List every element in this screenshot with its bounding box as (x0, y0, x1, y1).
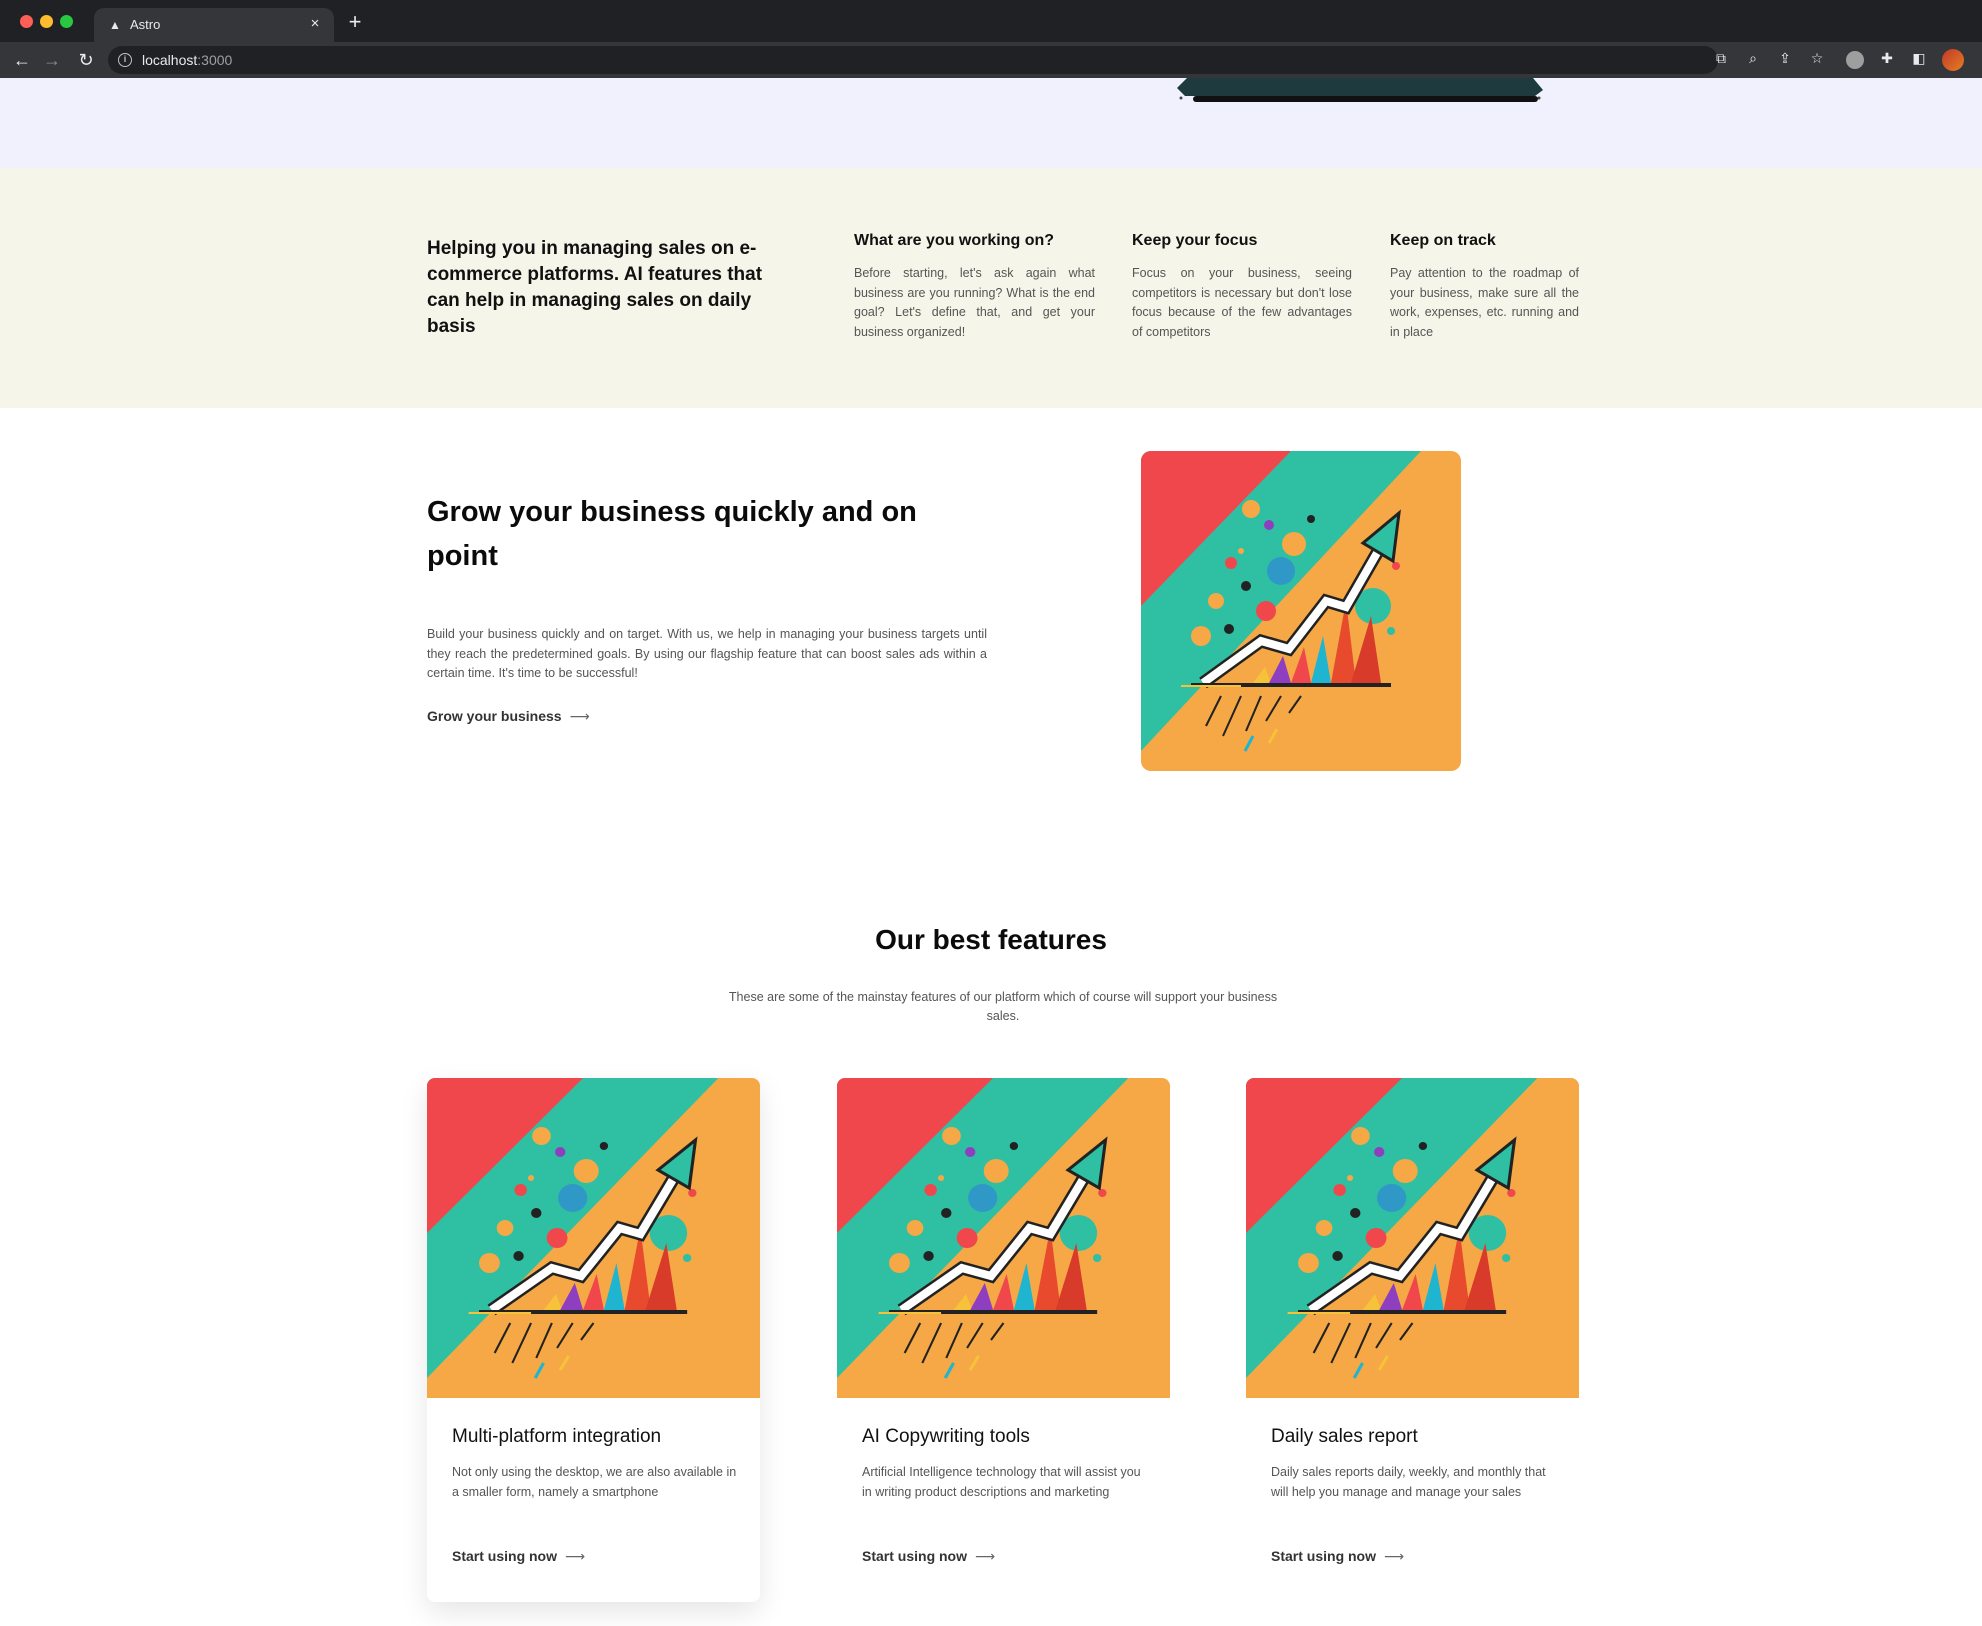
maximize-window-button[interactable] (60, 15, 73, 28)
feature-card-image (427, 1078, 760, 1398)
browser-toolbar: ← → ↻ i localhost:3000 ⧉ (0, 42, 1982, 78)
arrow-right-icon: ⟶ (569, 708, 590, 724)
info-icon[interactable]: i (118, 53, 132, 67)
address-bar[interactable]: i localhost:3000 ⧉ (108, 46, 1718, 74)
features-subtitle: These are some of the mainstay features … (728, 990, 1278, 1023)
feature-card-image (837, 1078, 1170, 1398)
arrow-right-icon: ⟶ (565, 1548, 586, 1564)
hero-section (0, 78, 1982, 168)
feature-card[interactable]: Multi-platform integration Not only usin… (427, 1078, 760, 1602)
grow-title: Grow your business quickly and on point (427, 496, 917, 572)
growth-illustration (1141, 451, 1461, 771)
minimize-window-button[interactable] (40, 15, 53, 28)
url-host: localhost (142, 52, 198, 68)
feature-card[interactable]: Daily sales report Daily sales reports d… (1246, 1078, 1579, 1602)
grow-section: Grow your business quickly and on point … (0, 408, 1982, 868)
info-lead-text: Helping you in managing sales on e-comme… (427, 238, 763, 337)
close-window-button[interactable] (20, 15, 33, 28)
plus-icon[interactable]: + (344, 11, 366, 34)
start-using-link[interactable]: Start using now ⟶ (1271, 1548, 1404, 1565)
browser-tab[interactable]: ▲ Astro × (94, 8, 334, 42)
close-icon[interactable]: × (306, 15, 324, 33)
start-using-label: Start using now (862, 1548, 967, 1564)
info-column-title: Keep your focus (1132, 232, 1258, 249)
info-column: What are you working on? Before starting… (854, 232, 1095, 342)
page-content: Helping you in managing sales on e-comme… (0, 78, 1982, 1626)
grow-description: Build your business quickly and on targe… (427, 627, 987, 680)
info-column-title: Keep on track (1390, 232, 1496, 249)
feature-card-image (1246, 1078, 1579, 1398)
info-column: Keep on track Pay attention to the roadm… (1390, 232, 1579, 342)
zoom-icon[interactable]: ⌕ (1744, 49, 1762, 67)
browser-chrome: ▲ Astro × + ← → ↻ i localhost:3000 ⧉ ⧉ ⌕… (0, 0, 1982, 78)
info-column-text: Focus on your business, seeing competito… (1132, 266, 1352, 339)
info-column-text: Pay attention to the roadmap of your bus… (1390, 266, 1579, 339)
arrow-right-icon: ⟶ (975, 1548, 996, 1564)
astro-logo-icon: ▲ (109, 18, 121, 32)
url-text: localhost:3000 (142, 52, 232, 68)
url-port: :3000 (197, 52, 233, 68)
arrow-left-icon[interactable]: ← (12, 50, 32, 70)
hero-image (1177, 78, 1543, 102)
feature-card-text: Not only using the desktop, we are also … (452, 1465, 737, 1499)
arrow-right-icon: ⟶ (1384, 1548, 1405, 1564)
feature-card-title: Multi-platform integration (452, 1426, 662, 1447)
info-column-text: Before starting, let's ask again what bu… (854, 266, 1095, 339)
info-section: Helping you in managing sales on e-comme… (0, 168, 1982, 408)
feature-card-text: Daily sales reports daily, weekly, and m… (1271, 1465, 1546, 1499)
grow-business-link[interactable]: Grow your business ⟶ (427, 708, 590, 725)
start-using-link[interactable]: Start using now ⟶ (452, 1548, 585, 1565)
start-using-link[interactable]: Start using now ⟶ (862, 1548, 995, 1565)
feature-card-text: Artificial Intelligence technology that … (862, 1465, 1141, 1499)
translate-icon[interactable]: ⧉ (1712, 49, 1730, 67)
info-column-title: What are you working on? (854, 232, 1055, 249)
feature-card-title: Daily sales report (1271, 1426, 1418, 1447)
grow-link-label: Grow your business (427, 708, 562, 724)
growth-chart-art (1141, 451, 1461, 771)
info-column: Keep your focus Focus on your business, … (1132, 232, 1352, 342)
tab-strip: ▲ Astro × + (0, 0, 1982, 42)
start-using-label: Start using now (1271, 1548, 1376, 1564)
profile-avatar[interactable] (1942, 49, 1964, 71)
extension-avatar-icon[interactable] (1846, 51, 1864, 69)
share-icon[interactable]: ⇪ (1776, 49, 1794, 67)
reload-icon[interactable]: ↻ (76, 50, 96, 70)
features-title: Our best features (875, 924, 1107, 955)
star-icon[interactable]: ☆ (1808, 49, 1826, 67)
start-using-label: Start using now (452, 1548, 557, 1564)
tab-title: Astro (130, 17, 161, 32)
arrow-right-icon[interactable]: → (42, 50, 62, 70)
feature-card-title: AI Copywriting tools (862, 1426, 1030, 1447)
sidebar-icon[interactable]: ◧ (1910, 49, 1928, 67)
puzzle-icon[interactable]: ✚ (1878, 49, 1896, 67)
feature-card[interactable]: AI Copywriting tools Artificial Intellig… (837, 1078, 1170, 1602)
